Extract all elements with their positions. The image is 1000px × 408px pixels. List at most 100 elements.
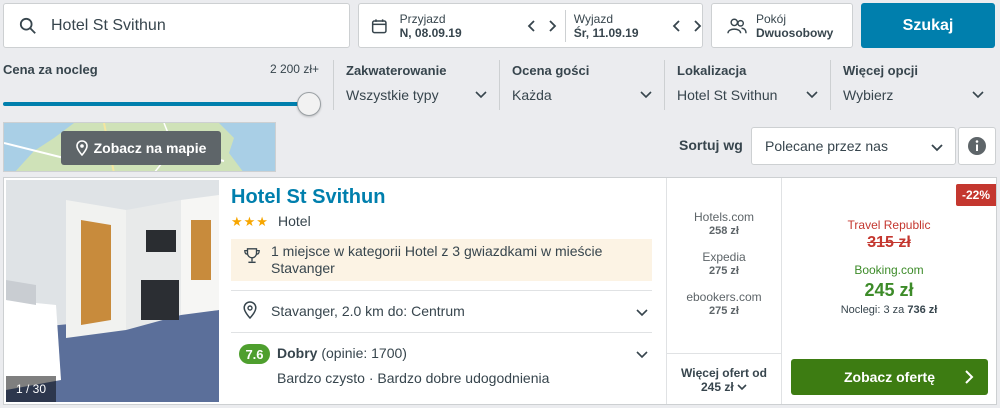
filter-rating-title: Ocena gości: [512, 63, 590, 78]
checkin-field[interactable]: Przyjazd N, 08.09.19: [400, 4, 527, 47]
location-pin-icon: [243, 301, 257, 319]
filter-more-value: Wybierz: [843, 87, 894, 103]
room-value: Dwuosobowy: [756, 25, 834, 40]
sort-label: Sortuj wg: [679, 137, 743, 153]
location-row[interactable]: Stavanger, 2.0 km do: Centrum: [231, 294, 652, 330]
view-on-map-button[interactable]: Zobacz na mapie: [61, 131, 221, 165]
filter-location-title: Lokalizacja: [677, 63, 747, 78]
chevron-right-icon: [965, 370, 974, 384]
divider: [231, 332, 652, 333]
rating-score-badge: 7.6: [239, 344, 270, 364]
nights-total-price: 736 zł: [907, 304, 938, 316]
date-separator: [564, 9, 566, 42]
checkout-arrows: [672, 19, 702, 33]
chevron-down-icon: [931, 144, 943, 152]
rating-row[interactable]: 7.6 Dobry (opinie: 1700) Bardzo czysto ·…: [231, 338, 652, 398]
chevron-down-icon: [972, 91, 984, 99]
rating-label: Dobry (opinie: 1700): [277, 345, 407, 361]
map-pin-icon: [75, 140, 88, 156]
location-text: Stavanger, 2.0 km do: Centrum: [271, 303, 465, 319]
chevron-down-icon: [636, 351, 648, 359]
trophy-icon: [244, 248, 260, 264]
chevron-left-icon[interactable]: [672, 19, 682, 33]
checkin-value: N, 08.09.19: [399, 25, 462, 40]
view-deal-label: Zobacz ofertę: [843, 369, 935, 385]
deal-provider: Booking.com: [854, 263, 924, 277]
hotel-room-image: [6, 180, 219, 402]
more-offers-price: 245 zł: [700, 380, 734, 394]
search-value: Hotel St Svithun: [51, 16, 166, 34]
original-provider: Travel Republic: [847, 218, 931, 232]
price-slider-track[interactable]: [3, 102, 308, 106]
filter-more[interactable]: Więcej opcji Wybierz: [830, 60, 996, 110]
offer-price: 275 zł: [709, 305, 739, 317]
award-banner: 1 miejsce w kategorii Hotel z 3 gwiazdka…: [231, 239, 652, 281]
offer-item[interactable]: Hotels.com 258 zł: [667, 210, 781, 238]
calendar-icon: [371, 18, 387, 33]
award-line-2: Stavanger: [271, 260, 335, 276]
review-summary: Bardzo czysto · Bardzo dobre udogodnieni…: [277, 370, 550, 386]
other-offers: Hotels.com 258 zł Expedia 275 zł ebooker…: [667, 178, 781, 404]
info-button[interactable]: [958, 127, 996, 165]
price-filter-max: 2 200 zł+: [269, 62, 319, 76]
sort-select[interactable]: Polecane przez nas: [751, 127, 956, 165]
view-on-map-label: Zobacz na mapie: [93, 140, 207, 156]
original-price: 315 zł: [867, 234, 911, 251]
filter-bar: Cena za nocleg 2 200 zł+ Zakwaterowanie …: [0, 52, 1000, 116]
search-input[interactable]: Hotel St Svithun: [3, 3, 350, 48]
filter-location-value: Hotel St Svithun: [677, 87, 778, 103]
filter-rating[interactable]: Ocena gości Każda: [499, 60, 664, 110]
chevron-right-icon[interactable]: [547, 19, 557, 33]
chevron-left-icon[interactable]: [527, 19, 537, 33]
best-deal: -22% Travel Republic 315 zł Booking.com …: [782, 178, 996, 404]
more-offers-line-2: 245 zł: [667, 380, 781, 394]
hotel-type: Hotel: [278, 213, 311, 229]
rating-count: (opinie: 1700): [321, 345, 407, 361]
search-icon: [19, 17, 36, 34]
more-offers-line-1: Więcej ofert od: [681, 366, 767, 380]
checkin-arrows: [527, 19, 557, 33]
chevron-right-icon[interactable]: [692, 19, 702, 33]
chevron-down-icon: [640, 91, 652, 99]
offer-price: 258 zł: [709, 225, 739, 237]
checkout-label: Wyjazd: [573, 11, 614, 26]
checkin-label: Przyjazd: [399, 11, 446, 26]
nights-total: Noclegi: 3 za 736 zł: [782, 304, 996, 316]
map-thumbnail[interactable]: Zobacz na mapie: [3, 122, 276, 172]
date-picker[interactable]: Przyjazd N, 08.09.19 Wyjazd Śr, 11.09.19: [358, 3, 703, 48]
offer-item[interactable]: Expedia 275 zł: [667, 250, 781, 278]
offer-item[interactable]: ebookers.com 275 zł: [667, 290, 781, 318]
filter-rating-value: Każda: [512, 87, 552, 103]
nights-prefix: Noclegi: 3 za: [840, 304, 905, 316]
discount-badge: -22%: [955, 184, 996, 206]
hotel-name-link[interactable]: Hotel St Svithun: [231, 186, 385, 209]
offer-provider: Hotels.com: [693, 210, 755, 224]
offer-provider: ebookers.com: [686, 290, 762, 304]
guests-icon: [727, 18, 747, 33]
photo-counter: 1 / 30: [6, 376, 57, 402]
filter-accommodation[interactable]: Zakwaterowanie Wszystkie typy: [333, 60, 499, 110]
sort-value: Polecane przez nas: [765, 138, 888, 154]
deal-price: 245 zł: [864, 280, 914, 300]
hotel-photo[interactable]: 1 / 30: [6, 180, 219, 402]
more-offers-link[interactable]: Więcej ofert od 245 zł: [667, 353, 781, 394]
chevron-down-icon: [636, 309, 648, 317]
star-rating: ★★★: [231, 214, 269, 229]
chevron-down-icon: [806, 91, 818, 99]
offer-provider: Expedia: [702, 250, 746, 264]
filter-more-title: Więcej opcji: [843, 63, 919, 78]
checkout-value: Śr, 11.09.19: [573, 25, 639, 40]
room-label: Pokój: [756, 11, 787, 26]
filter-location[interactable]: Lokalizacja Hotel St Svithun: [664, 60, 830, 110]
view-deal-button[interactable]: Zobacz ofertę: [791, 359, 988, 395]
search-button[interactable]: Szukaj: [861, 3, 995, 48]
rating-word: Dobry: [277, 345, 318, 361]
price-slider-handle[interactable]: [297, 92, 321, 116]
hotel-result-card[interactable]: 1 / 30 Hotel St Svithun ★★★ Hotel 1 miej…: [3, 177, 997, 405]
info-icon: [968, 137, 986, 155]
filter-accommodation-value: Wszystkie typy: [346, 87, 439, 103]
room-selector[interactable]: Pokój Dwuosobowy: [711, 3, 853, 48]
divider: [231, 290, 652, 291]
checkout-field[interactable]: Wyjazd Śr, 11.09.19: [574, 4, 666, 47]
chevron-down-icon: [737, 384, 747, 391]
